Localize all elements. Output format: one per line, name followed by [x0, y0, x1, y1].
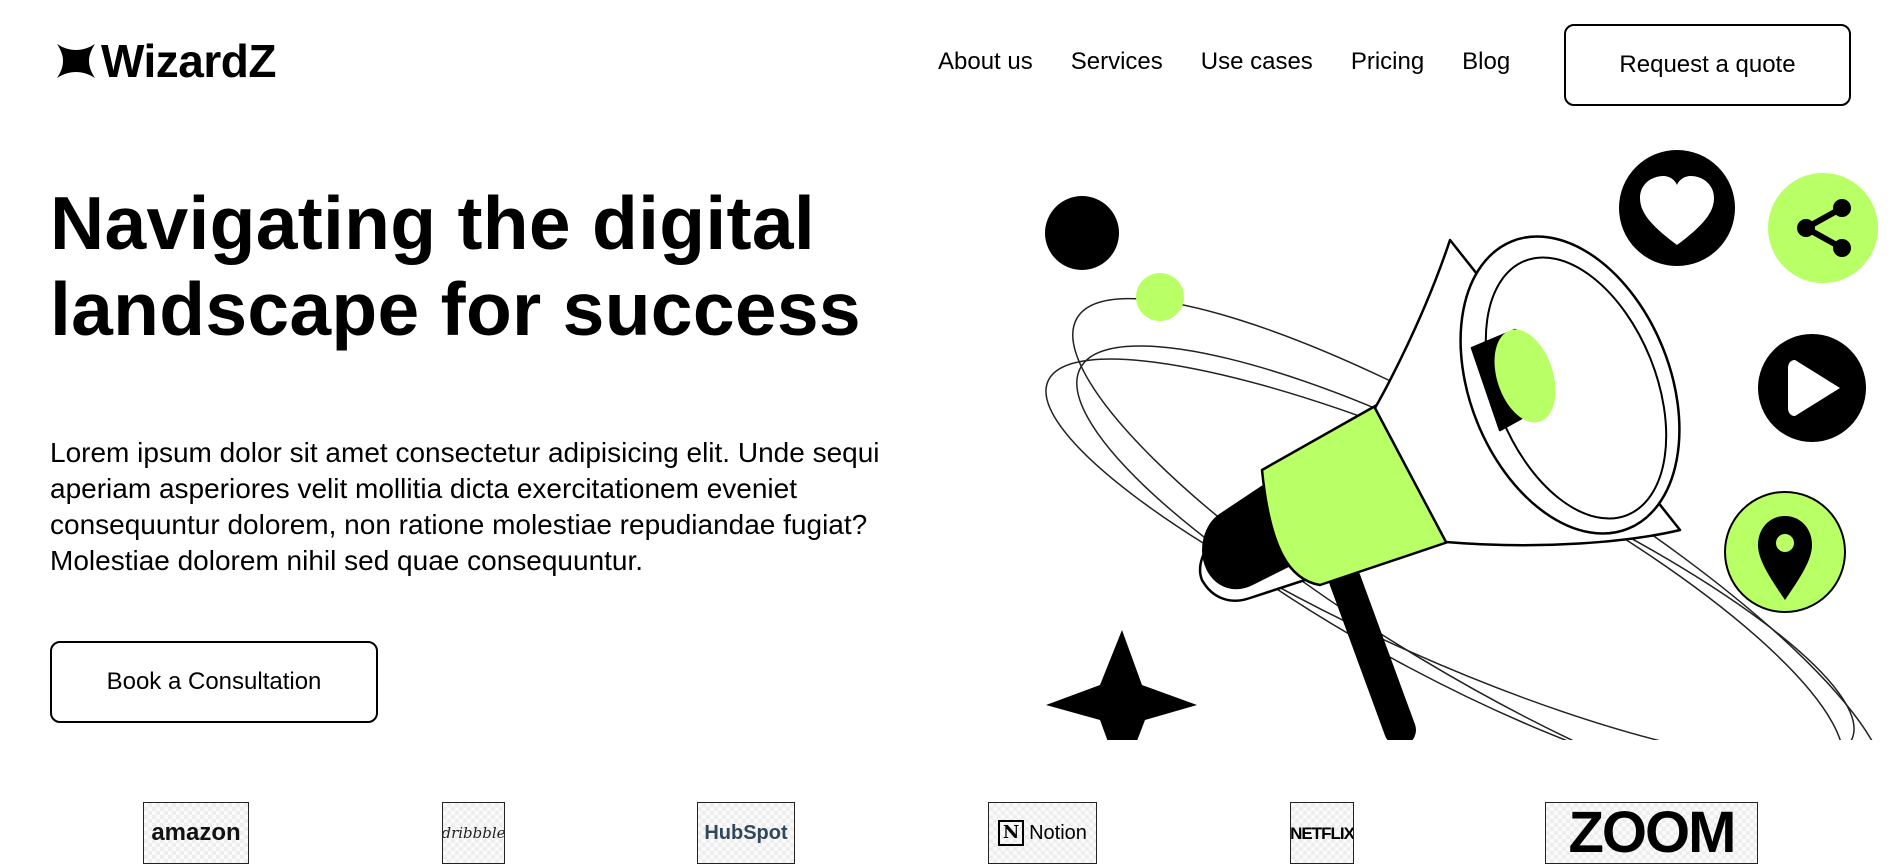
hero-illustration	[1045, 150, 1880, 740]
amazon-logo[interactable]: amazon	[143, 802, 249, 864]
green-dot	[1136, 273, 1184, 321]
dribbble-logo-text: dribbble	[442, 823, 505, 842]
hero-headline-line-2: landscape for success	[50, 267, 861, 351]
black-dot	[1045, 196, 1119, 270]
dribbble-logo[interactable]: dribbble	[442, 802, 505, 864]
location-pin-icon	[1724, 491, 1846, 613]
brand-name: WizardZ	[101, 35, 276, 87]
hero-headline: Navigating the digital landscape for suc…	[50, 180, 950, 352]
nav-about-us[interactable]: About us	[938, 48, 1033, 76]
notion-logo-mark-icon: N	[998, 820, 1025, 846]
netflix-logo[interactable]: NETFLIX	[1290, 802, 1354, 864]
heart-icon	[1619, 150, 1735, 266]
netflix-logo-text: NETFLIX	[1290, 823, 1354, 843]
brand-logo[interactable]: WizardZ	[55, 38, 276, 84]
hubspot-logo[interactable]: HubSpot	[697, 802, 795, 864]
share-icon	[1768, 173, 1878, 283]
hero-description: Lorem ipsum dolor sit amet consectetur a…	[50, 437, 880, 576]
zoom-logo[interactable]: ZOOM	[1545, 802, 1758, 864]
zoom-logo-text: ZOOM	[1568, 802, 1737, 864]
nav-blog[interactable]: Blog	[1462, 48, 1510, 76]
megaphone-handle	[1329, 564, 1416, 740]
site-header: WizardZ About us Services Use cases Pric…	[0, 0, 1897, 132]
nav-services[interactable]: Services	[1071, 48, 1163, 76]
notion-logo-text: Notion	[1029, 822, 1087, 844]
notion-logo[interactable]: N Notion	[988, 802, 1097, 864]
nav-use-cases[interactable]: Use cases	[1201, 48, 1313, 76]
amazon-logo-text: amazon	[151, 819, 241, 846]
sparkle-logo-icon	[57, 44, 95, 78]
request-quote-button[interactable]: Request a quote	[1564, 24, 1851, 106]
partner-logos: amazon dribbble HubSpot N Notion NETFLIX…	[0, 800, 1897, 864]
hero-headline-line-1: Navigating the digital	[50, 181, 815, 265]
book-consultation-button[interactable]: Book a Consultation	[50, 641, 378, 723]
hubspot-logo-text: HubSpot	[704, 822, 788, 844]
megaphone-icon	[1199, 235, 1682, 602]
star-shape-icon	[1046, 630, 1197, 740]
main-nav: About us Services Use cases Pricing Blog	[938, 48, 1510, 76]
nav-pricing[interactable]: Pricing	[1351, 48, 1424, 76]
play-icon	[1758, 334, 1866, 442]
